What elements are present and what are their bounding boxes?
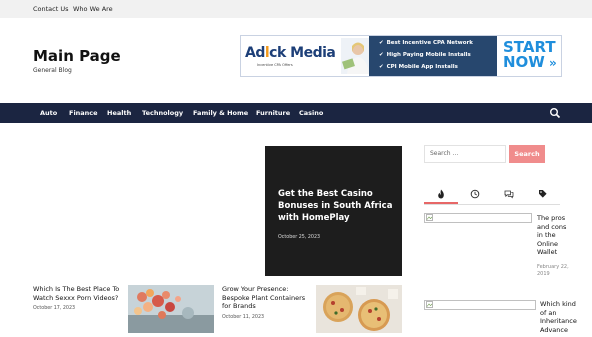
sidebar-item-date: February 22, 2019 [537, 264, 569, 277]
comments-icon[interactable] [504, 189, 514, 199]
banner-feature-2: ✔ High Paying Mobile Installs [379, 52, 471, 58]
search-button[interactable]: Search [509, 145, 545, 163]
nav-item-family-home[interactable]: Family & Home [193, 109, 248, 117]
who-we-are-link[interactable]: Who We Are [73, 5, 113, 13]
banner-features: ✔ Best Incentive CPA Network ✔ High Paying… [369, 36, 497, 76]
clock-icon[interactable] [470, 189, 480, 199]
banner-logo: Adlck Media [245, 45, 336, 61]
broken-image-icon [426, 301, 433, 308]
nav-item-furniture[interactable]: Furniture [256, 109, 290, 117]
main-navigation: Auto Finance Health Technology Family & … [0, 103, 592, 123]
top-bar: Contact Us Who We Are [0, 0, 592, 18]
featured-post-title[interactable]: Get the Best Casino Bonuses in South Afr… [278, 188, 393, 224]
active-tab-indicator [424, 202, 458, 204]
banner-feature-3: ✔ CPI Mobile App Installs [379, 64, 458, 70]
contact-us-link[interactable]: Contact Us [33, 5, 69, 13]
tags-icon[interactable] [538, 189, 548, 199]
banner-feature-1: ✔ Best Incentive CPA Network [379, 40, 473, 46]
sidebar-item-thumbnail[interactable] [424, 213, 532, 223]
post-title[interactable]: Grow Your Presence: Bespoke Plant Contai… [222, 285, 310, 311]
featured-post-date: October 25, 2023 [278, 235, 321, 240]
post-date: October 17, 2023 [33, 306, 76, 311]
post-thumbnail-flowers[interactable] [128, 285, 214, 333]
post-date: October 11, 2023 [222, 315, 265, 320]
nav-item-health[interactable]: Health [107, 109, 131, 117]
post-thumbnail-pizza[interactable] [316, 285, 402, 333]
sidebar-item-title[interactable]: Which kind of an Inheritance Advance [540, 300, 580, 334]
post-title[interactable]: Which Is The Best Place To Watch Sexxx P… [33, 285, 123, 302]
nav-item-technology[interactable]: Technology [142, 109, 183, 117]
banner-tagline: Incentive CPA Offers [257, 63, 293, 67]
site-title[interactable]: Main Page [33, 47, 121, 65]
banner-cta[interactable]: START NOW » [503, 40, 557, 71]
banner-person-image [341, 38, 371, 74]
nav-item-finance[interactable]: Finance [69, 109, 98, 117]
featured-post[interactable]: Get the Best Casino Bonuses in South Afr… [265, 146, 402, 276]
site-tagline: General Blog [33, 67, 72, 74]
broken-image-icon [426, 214, 433, 221]
sidebar-item-title[interactable]: The pros and cons in the Online Wallet [537, 214, 571, 257]
nav-item-auto[interactable]: Auto [40, 109, 57, 117]
search-input[interactable]: Search ... [424, 145, 506, 163]
fire-icon[interactable] [436, 189, 446, 199]
sidebar-item-thumbnail[interactable] [424, 300, 536, 310]
nav-item-casino[interactable]: Casino [299, 109, 323, 117]
banner-ad[interactable]: Adlck Media Incentive CPA Offers ✔ Best I… [240, 35, 562, 77]
search-icon[interactable] [549, 107, 561, 119]
